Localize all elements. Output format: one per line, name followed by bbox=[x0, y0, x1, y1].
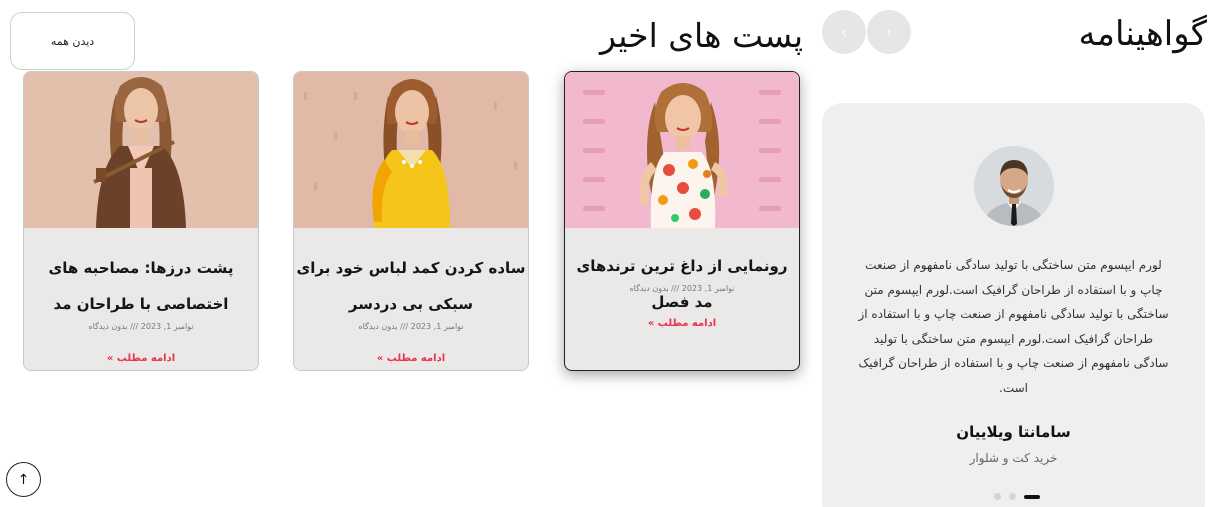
post-card[interactable]: ساده کردن کمد لباس خود برای سبکی بی دردس… bbox=[293, 71, 529, 371]
post-title[interactable]: پشت درزها: مصاحبه های اختصاصی با طراحان … bbox=[26, 250, 256, 322]
post-meta: نوامبر 1, 2023 /// بدون دیدگاه bbox=[88, 322, 194, 331]
testimonials-title: گواهینامه bbox=[1078, 14, 1207, 54]
post-meta: نوامبر 1, 2023 /// بدون دیدگاه bbox=[358, 322, 464, 331]
post-title[interactable]: ساده کردن کمد لباس خود برای سبکی بی دردس… bbox=[296, 250, 526, 322]
testimonial-author-role: خرید کت و شلوار bbox=[969, 451, 1058, 465]
read-more-link[interactable]: ادامه مطلب » bbox=[24, 353, 258, 364]
read-more-link[interactable]: ادامه مطلب » bbox=[565, 318, 799, 329]
scroll-to-top-button[interactable]: ↑ bbox=[6, 462, 41, 497]
post-card[interactable]: رونمایی از داغ ترین ترندهای مد فصل نوامب… bbox=[564, 71, 800, 371]
arrow-up-icon: ↑ bbox=[17, 471, 30, 488]
chevron-right-icon: › bbox=[886, 23, 892, 41]
post-image[interactable] bbox=[294, 72, 528, 228]
carousel-dots bbox=[994, 493, 1040, 500]
recent-posts-title: پست های اخیر bbox=[600, 16, 804, 55]
testimonial-prev-button[interactable]: ‹ bbox=[822, 10, 866, 54]
post-card[interactable]: پشت درزها: مصاحبه های اختصاصی با طراحان … bbox=[23, 71, 259, 371]
chevron-left-icon: ‹ bbox=[841, 23, 847, 41]
testimonial-card: لورم ایپسوم متن ساختگی با تولید سادگی نا… bbox=[822, 103, 1205, 507]
read-more-link[interactable]: ادامه مطلب » bbox=[294, 353, 528, 364]
post-meta: نوامبر 1, 2023 /// بدون دیدگاه bbox=[629, 284, 735, 293]
testimonial-author-name: سامانتا ویلاییان bbox=[956, 423, 1071, 441]
carousel-dot[interactable] bbox=[1009, 493, 1016, 500]
carousel-dot-active[interactable] bbox=[1024, 494, 1040, 499]
testimonial-next-button[interactable]: › bbox=[867, 10, 911, 54]
carousel-dot[interactable] bbox=[994, 493, 1001, 500]
see-all-button[interactable]: دیدن همه bbox=[10, 12, 135, 70]
post-image[interactable] bbox=[565, 72, 799, 228]
avatar bbox=[974, 146, 1054, 226]
post-image[interactable] bbox=[24, 72, 258, 228]
testimonial-text: لورم ایپسوم متن ساختگی با تولید سادگی نا… bbox=[858, 258, 1169, 395]
